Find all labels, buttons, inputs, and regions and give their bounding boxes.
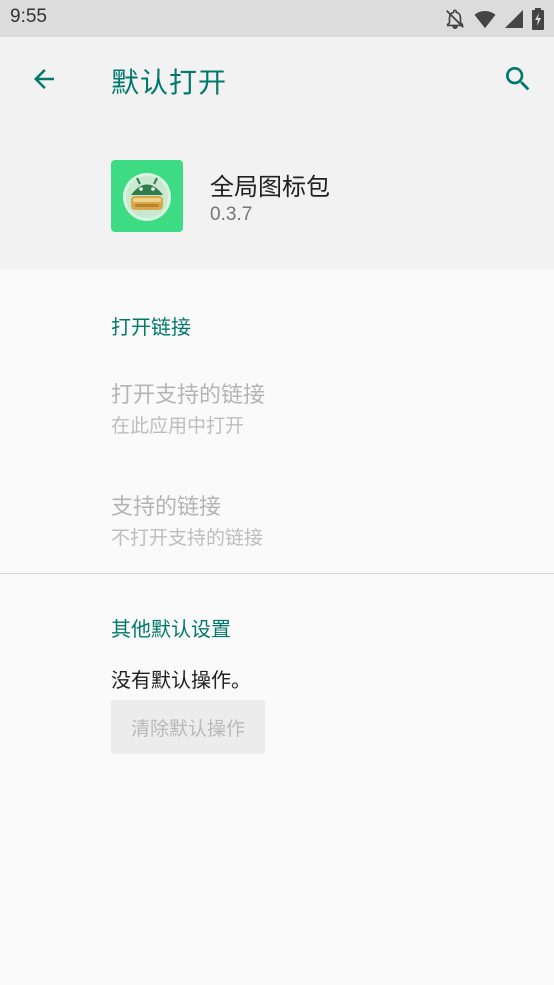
app-version: 0.3.7 <box>210 204 253 225</box>
divider <box>0 573 554 574</box>
app-header: 全局图标包 0.3.7 <box>0 125 554 270</box>
notifications-off-icon <box>444 8 466 34</box>
page-title: 默认打开 <box>111 66 228 99</box>
wifi-icon <box>474 9 496 33</box>
battery-charging-icon <box>532 8 544 34</box>
pref-summary: 不打开支持的链接 <box>111 527 264 549</box>
search-button[interactable] <box>496 59 540 103</box>
clear-defaults-button[interactable]: 清除默认操作 <box>111 700 265 754</box>
status-time: 9:55 <box>10 6 47 27</box>
app-name: 全局图标包 <box>210 173 330 201</box>
status-icons <box>444 8 544 34</box>
section-header-other-defaults: 其他默认设置 <box>111 617 231 641</box>
signal-icon <box>504 9 524 33</box>
pref-title: 打开支持的链接 <box>111 383 266 408</box>
status-bar: 9:55 <box>0 0 554 37</box>
section-header-open-links: 打开链接 <box>111 315 191 339</box>
pref-summary: 在此应用中打开 <box>111 415 245 437</box>
arrow-back-icon <box>29 64 59 98</box>
android-robot-icon <box>111 160 183 232</box>
search-icon <box>502 63 534 99</box>
app-bar: 默认打开 <box>0 37 554 125</box>
pref-title: 支持的链接 <box>111 495 222 520</box>
back-button[interactable] <box>22 59 66 103</box>
no-defaults-text: 没有默认操作。 <box>111 668 251 692</box>
